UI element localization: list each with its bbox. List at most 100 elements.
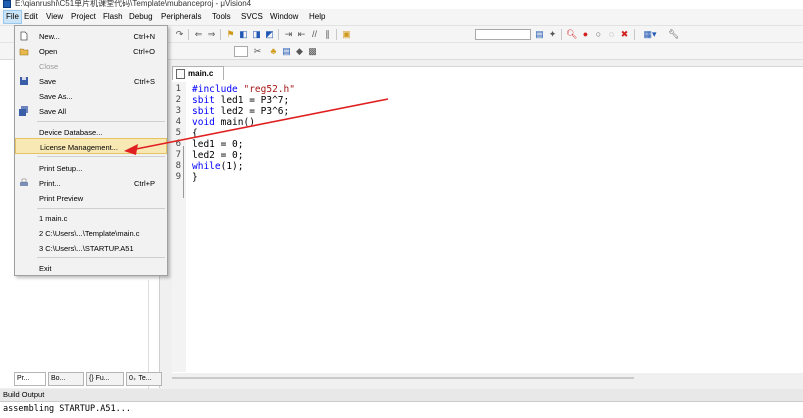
nav-back-icon[interactable]: ⇐ [193, 29, 204, 40]
clear-bookmarks-icon[interactable]: ◩ [264, 29, 275, 40]
menu-separator [37, 257, 165, 258]
disable-breakpoint-icon[interactable]: ○ [593, 29, 604, 40]
toolbar-separator [561, 29, 562, 40]
kill-breakpoints-icon[interactable]: ✖ [619, 29, 630, 40]
build-output-pane[interactable]: assembling STARTUP.A51... [0, 401, 803, 418]
line-number: 4 [175, 117, 181, 127]
editor-tab-main-c[interactable]: main.c [172, 66, 224, 80]
code-keyword: sbit [192, 95, 215, 106]
code-text: led1 = 0; [192, 139, 244, 150]
code-line[interactable]: } [192, 172, 198, 183]
line-number: 3 [175, 106, 181, 116]
code-text: main() [214, 117, 255, 128]
toolbar-separator [634, 29, 635, 40]
tab-functions[interactable]: {} Fu... [86, 372, 124, 386]
code-view[interactable]: 1 #include "reg52.h" 2 sbit led1 = P3^7; 3 sb… [172, 82, 803, 372]
find-combo[interactable] [475, 29, 531, 40]
menu-edit[interactable]: Edit [24, 12, 38, 21]
code-line[interactable]: sbit led1 = P3^7; [192, 95, 289, 106]
menu-tools[interactable]: Tools [212, 12, 231, 21]
target-options-icon[interactable]: ✂ [252, 46, 263, 57]
menu-item-new[interactable]: New... Ctrl+N [15, 28, 167, 44]
menu-item-recent-3[interactable]: 3 C:\Users\...\STARTUP.A51 [15, 240, 167, 256]
editor-horizontal-scrollbar[interactable] [172, 374, 803, 382]
tab-books[interactable]: Bo... [48, 372, 84, 386]
code-line[interactable]: led2 = 0; [192, 150, 243, 161]
configure-icon[interactable]: 🔧︎ [668, 29, 679, 40]
code-text: led1 = P3^7; [214, 95, 290, 106]
code-text: (1); [220, 161, 244, 172]
new-file-icon [20, 31, 28, 41]
menu-help[interactable]: Help [309, 12, 325, 21]
manage-components-icon[interactable]: ▤ [281, 46, 292, 57]
line-number: 7 [175, 150, 181, 160]
menu-separator [37, 208, 165, 209]
indent-icon[interactable]: ⇥ [283, 29, 294, 40]
menu-project[interactable]: Project [71, 12, 96, 21]
print-icon [20, 178, 28, 186]
menu-flash[interactable]: Flash [103, 12, 123, 21]
menu-debug[interactable]: Debug [129, 12, 153, 21]
code-keyword: void [192, 117, 215, 128]
code-keyword: #include [192, 84, 244, 95]
menu-peripherals[interactable]: Peripherals [161, 12, 201, 21]
code-line[interactable]: #include "reg52.h" [192, 84, 295, 95]
find-icon[interactable]: ▤ [534, 29, 545, 40]
save-all-icon [19, 106, 28, 116]
line-number: 9 [175, 172, 181, 182]
breakpoint-icon[interactable]: ● [580, 29, 591, 40]
uncomment-icon[interactable]: ∥ [322, 29, 333, 40]
unindent-icon[interactable]: ⇤ [296, 29, 307, 40]
target-select-checkbox[interactable] [234, 46, 248, 57]
toolbar-separator [220, 29, 221, 40]
bookmark-icon[interactable]: ⚑ [225, 29, 236, 40]
code-text: led2 = 0; [192, 150, 244, 161]
incremental-find-icon[interactable]: ✦ [547, 29, 558, 40]
tab-project[interactable]: Pr... [14, 372, 46, 386]
menu-item-recent-2[interactable]: 2 C:\Users\...\Template\main.c [15, 225, 167, 241]
code-text: led2 = P3^6; [214, 106, 290, 117]
menu-item-print-setup[interactable]: Print Setup... [15, 160, 167, 176]
menu-item-recent-1[interactable]: 1 main.c [15, 210, 167, 226]
prev-bookmark-icon[interactable]: ◧ [238, 29, 249, 40]
menu-item-save-all[interactable]: Save All [15, 103, 167, 119]
software-packs-icon[interactable]: ▩ [307, 46, 318, 57]
redo-icon[interactable]: ↷ [174, 29, 185, 40]
menu-item-open[interactable]: Open Ctrl+O [15, 43, 167, 59]
disable-all-breakpoints-icon[interactable]: ◌ [606, 29, 617, 40]
menu-view[interactable]: View [46, 12, 63, 21]
code-line[interactable]: led1 = 0; [192, 139, 243, 150]
scrollbar-thumb[interactable] [172, 377, 634, 379]
menu-item-license-management[interactable]: License Management... [15, 138, 167, 154]
menu-item-exit[interactable]: Exit [15, 260, 167, 276]
find-in-files-icon[interactable]: ▣ [341, 29, 352, 40]
menu-item-print-preview[interactable]: Print Preview [15, 190, 167, 206]
tab-templates[interactable]: 0₊ Te... [126, 372, 162, 386]
window-layout-dropdown-icon[interactable]: ▦▾ [640, 29, 660, 40]
code-line[interactable]: { [192, 128, 198, 139]
file-extensions-icon[interactable]: ♣ [268, 46, 279, 57]
menu-item-save[interactable]: Save Ctrl+S [15, 73, 167, 89]
uvision-app-icon [3, 0, 11, 8]
next-bookmark-icon[interactable]: ◨ [251, 29, 262, 40]
menu-file[interactable]: File [3, 10, 22, 24]
menu-separator [37, 121, 165, 122]
nav-forward-icon[interactable]: ⇒ [206, 29, 217, 40]
code-keyword: sbit [192, 106, 215, 117]
code-line[interactable]: void main() [192, 117, 255, 128]
menu-item-save-as[interactable]: Save As... [15, 88, 167, 104]
menu-item-close[interactable]: Close [15, 58, 167, 74]
menu-item-print[interactable]: Print... Ctrl+P [15, 175, 167, 191]
code-line[interactable]: while(1); [192, 161, 244, 172]
code-text: { [192, 128, 198, 139]
line-number: 5 [175, 128, 181, 138]
menu-window[interactable]: Window [270, 12, 298, 21]
select-packs-icon[interactable]: ◆ [294, 46, 305, 57]
code-line[interactable]: sbit led2 = P3^6; [192, 106, 289, 117]
window-title: E:\qianrushi\C51单片机课堂代码\Template\mubance… [15, 0, 252, 8]
menu-svcs[interactable]: SVCS [241, 12, 263, 21]
start-debug-icon[interactable]: 🔍︎ [566, 29, 577, 40]
code-text: } [192, 172, 198, 183]
comment-icon[interactable]: // [309, 29, 320, 40]
open-folder-icon [19, 48, 29, 56]
